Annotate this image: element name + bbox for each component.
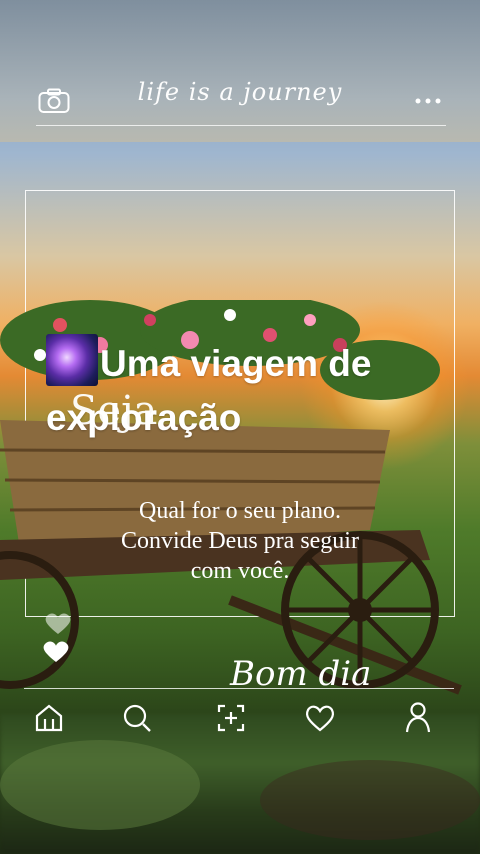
message-line: com você. <box>190 558 290 584</box>
heart-icon[interactable] <box>304 703 336 733</box>
bottom-nav <box>0 695 480 740</box>
app-brand-title: life is a journey <box>137 78 343 106</box>
bottom-divider <box>24 688 454 689</box>
top-bar <box>0 0 480 142</box>
overlay-word: Seja <box>70 388 158 434</box>
create-icon[interactable] <box>216 703 246 733</box>
header-divider <box>36 125 446 126</box>
blur-shape <box>0 740 200 830</box>
floating-hearts-icon <box>43 613 71 662</box>
home-icon[interactable] <box>34 703 64 733</box>
search-icon[interactable] <box>122 703 152 733</box>
milky-way-emoji-icon <box>46 334 98 386</box>
profile-icon[interactable] <box>404 701 432 733</box>
blur-shape <box>260 760 480 840</box>
message-line: Qual for o seu plano. <box>139 498 341 524</box>
post-message: Qual for o seu plano. Convide Deus pra s… <box>60 496 420 586</box>
message-line: Convide Deus pra seguir <box>121 528 359 554</box>
more-dots-icon[interactable] <box>414 96 442 106</box>
